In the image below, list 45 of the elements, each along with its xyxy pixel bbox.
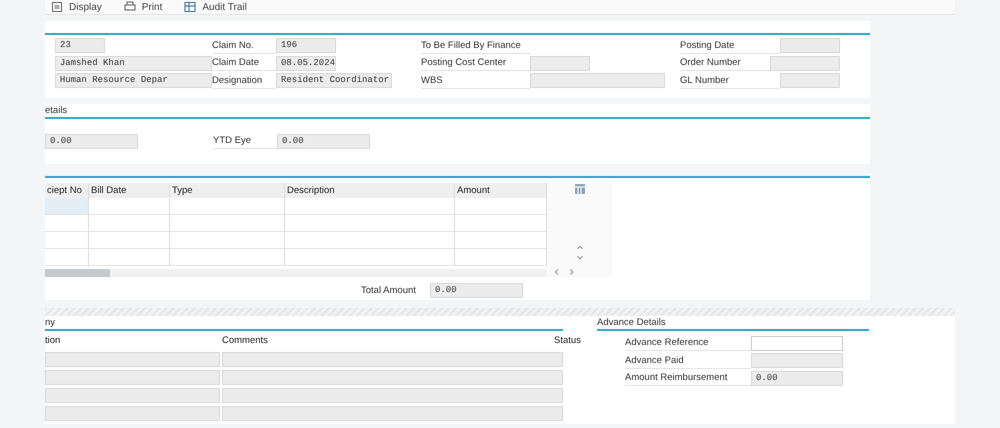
table-cell[interactable] xyxy=(170,198,285,215)
input-field[interactable] xyxy=(222,388,563,402)
table-cell[interactable] xyxy=(45,215,89,232)
table-cell[interactable] xyxy=(89,249,170,266)
table-cell[interactable] xyxy=(89,215,170,232)
column-header: tion xyxy=(45,334,62,348)
table-cell[interactable] xyxy=(455,249,547,266)
column-header: Comments xyxy=(222,334,269,348)
column-header[interactable]: Type xyxy=(170,183,285,198)
input-field[interactable] xyxy=(222,352,563,366)
table-cell[interactable] xyxy=(455,215,547,232)
table-cell[interactable] xyxy=(45,232,89,249)
table-cell[interactable] xyxy=(455,232,547,249)
document-icon xyxy=(51,1,63,13)
table-icon xyxy=(184,1,196,13)
toolbar-button[interactable]: Print xyxy=(124,1,162,13)
table-cell[interactable] xyxy=(45,249,89,266)
table-cell[interactable] xyxy=(170,249,285,266)
section-title: etails xyxy=(45,104,870,118)
horizontal-scrollbar[interactable] xyxy=(45,269,547,277)
column-header[interactable]: Description xyxy=(285,183,455,198)
section-label: To Be Filled By Finance xyxy=(421,38,531,54)
table-cell[interactable] xyxy=(285,215,455,232)
toolbar-button[interactable]: Audit Trail xyxy=(184,1,247,13)
column-header[interactable]: ciept No xyxy=(45,183,89,198)
table-cell[interactable] xyxy=(89,198,170,215)
input-field[interactable] xyxy=(222,406,563,420)
field-label: Total Amount xyxy=(361,284,417,298)
table-cell[interactable] xyxy=(170,232,285,249)
table-cell[interactable] xyxy=(45,198,89,215)
table-cell[interactable] xyxy=(285,232,455,249)
table-cell[interactable] xyxy=(89,232,170,249)
input-field[interactable] xyxy=(222,370,563,384)
column-header: Status xyxy=(554,334,581,348)
printer-icon xyxy=(124,1,136,13)
table-cell[interactable] xyxy=(285,198,455,215)
section-title: Advance Details xyxy=(597,316,869,330)
column-header[interactable]: Amount xyxy=(455,183,547,198)
section-title: ny xyxy=(45,316,563,330)
table-cell[interactable] xyxy=(285,249,455,266)
table-cell[interactable] xyxy=(455,198,547,215)
column-header[interactable]: Bill Date xyxy=(89,183,170,198)
toolbar-button[interactable]: Display xyxy=(51,1,102,13)
input-field[interactable] xyxy=(751,336,843,351)
table-cell[interactable] xyxy=(170,215,285,232)
